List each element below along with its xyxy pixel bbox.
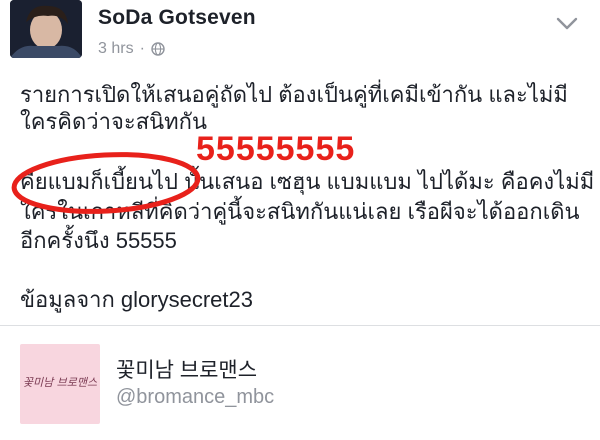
avatar[interactable]	[10, 0, 82, 58]
shared-thumbnail-text: 꽃미남 브로맨스	[22, 376, 98, 389]
post-author[interactable]: SoDa Gotseven	[98, 6, 256, 30]
shared-link-card[interactable]: 꽃미남 브로맨스 꽃미남 브로맨스 @bromance_mbc	[0, 326, 600, 440]
post-meta: 3 hrs ·	[98, 40, 165, 58]
globe-icon	[151, 42, 165, 56]
post-source-line: ข้อมูลจาก glorysecret23	[20, 287, 253, 312]
chevron-down-icon[interactable]	[556, 16, 578, 32]
overlay-red-laugh-text: 55555555	[196, 130, 356, 168]
shared-thumbnail[interactable]: 꽃미남 브로맨스	[20, 344, 100, 424]
meta-separator: ·	[139, 40, 145, 57]
post-line-2: ใครคิดว่าจะสนิทกัน	[20, 109, 208, 134]
post-header: SoDa Gotseven 3 hrs ·	[0, 0, 600, 68]
shared-handle: @bromance_mbc	[116, 386, 275, 408]
shared-title[interactable]: 꽃미남 브로맨스	[116, 354, 257, 384]
post-line-5: อีกครั้งนึง 55555	[20, 228, 177, 253]
post-time[interactable]: 3 hrs	[98, 40, 134, 58]
post-line-1: รายการเปิดให้เสนอคู่ถัดไป ต้องเป็นคู่ที่…	[20, 82, 568, 107]
red-circle-annotation	[11, 152, 201, 214]
